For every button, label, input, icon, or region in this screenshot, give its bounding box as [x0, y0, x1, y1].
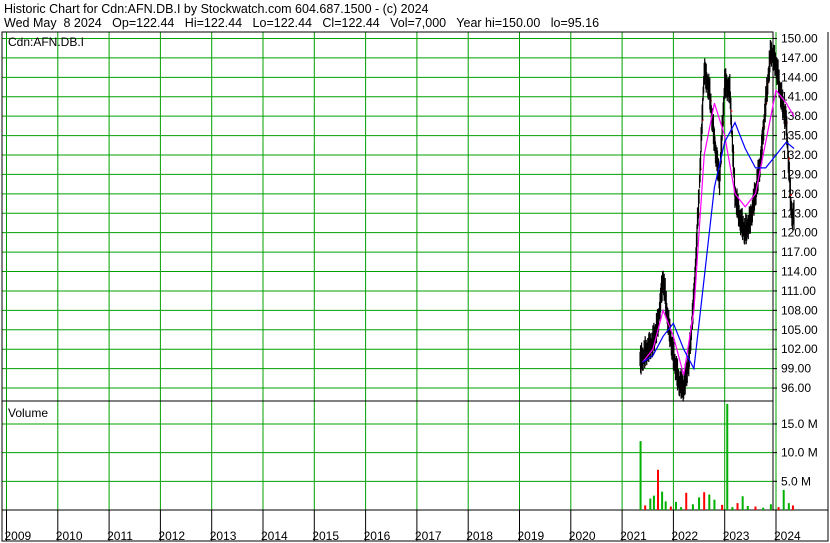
year-label: 2009: [5, 529, 32, 543]
price-tick-label: 114.00: [781, 265, 817, 279]
year-label: 2024: [774, 529, 801, 543]
price-tick-label: 108.00: [781, 303, 818, 317]
year-label: 2022: [671, 529, 698, 543]
year-label: 2020: [569, 529, 596, 543]
volume-tick-label: 5.0 M: [781, 474, 811, 488]
year-label: 2023: [723, 529, 750, 543]
volume-bars: [639, 403, 794, 510]
price-tick-label: 120.00: [781, 226, 818, 240]
year-label: 2016: [364, 529, 391, 543]
volume-tick-label: 10.0 M: [781, 446, 818, 460]
price-tick-label: 117.00: [781, 245, 817, 259]
price-tick-label: 144.00: [781, 70, 818, 84]
year-label: 2015: [312, 529, 339, 543]
year-label: 2019: [518, 529, 545, 543]
price-tick-label: 111.00: [781, 284, 816, 298]
price-tick-label: 147.00: [781, 51, 818, 65]
price-tick-label: 132.00: [781, 148, 818, 162]
year-label: 2010: [56, 529, 83, 543]
year-label: 2021: [620, 529, 647, 543]
year-label: 2018: [466, 529, 493, 543]
price-tick-label: 126.00: [781, 187, 818, 201]
price-tick-label: 102.00: [781, 342, 818, 356]
symbol-label: Cdn:AFN.DB.I: [8, 35, 84, 49]
price-tick-label: 99.00: [781, 362, 811, 376]
year-label: 2011: [107, 529, 133, 543]
year-label: 2012: [158, 529, 185, 543]
year-axis-ticks: 2009 2010 2011 2012 2013 2014 2015 2016 2017 2018…: [5, 510, 801, 543]
volume-label: Volume: [8, 406, 48, 420]
price-tick-label: 123.00: [781, 206, 818, 220]
price-tick-label: 129.00: [781, 167, 818, 181]
year-grid: [6, 32, 777, 510]
price-tick-label: 141.00: [781, 90, 818, 104]
price-bars: [639, 39, 795, 402]
price-tick-label: 105.00: [781, 323, 818, 337]
historic-chart: Cdn:AFN.DB.I Volume 96.00 99.00 102.00 105.…: [1, 31, 829, 543]
year-label: 2013: [210, 529, 237, 543]
volume-axis-ticks: 5.0 M 10.0 M 15.0 M: [773, 417, 818, 488]
price-tick-label: 150.00: [781, 31, 818, 45]
year-label: 2017: [415, 529, 442, 543]
year-label: 2014: [261, 529, 288, 543]
price-panel-border: [1, 31, 774, 402]
volume-tick-label: 15.0 M: [781, 417, 818, 431]
price-tick-label: 96.00: [781, 381, 811, 395]
